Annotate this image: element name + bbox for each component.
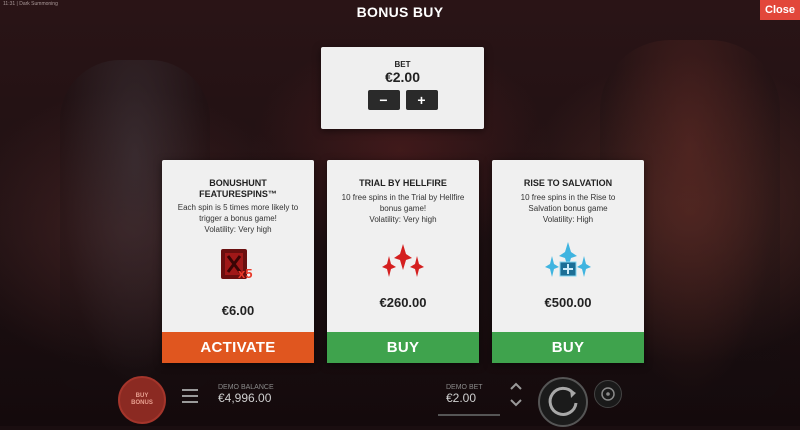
demo-bet-label: DEMO BET xyxy=(446,384,483,391)
buy-bonus-button[interactable]: BUY BONUS xyxy=(118,376,166,424)
demo-bet-value: €2.00 xyxy=(446,391,477,405)
card-desc-line: 10 free spins in the Trial by Hellfire xyxy=(341,193,465,202)
demo-balance-value: €4,996.00 xyxy=(218,391,272,405)
x5-text: x5 xyxy=(238,266,252,281)
red-arrows-icon xyxy=(378,242,428,287)
card-volatility: Volatility: Very high xyxy=(369,215,437,224)
card-title-line2: FEATURESPINS™ xyxy=(199,189,277,199)
activate-button[interactable]: ACTIVATE xyxy=(162,332,314,363)
spin-button[interactable] xyxy=(538,377,588,427)
card-title-line1: TRIAL BY HELLFIRE xyxy=(359,178,447,188)
card-desc-line: Salvation bonus game xyxy=(528,204,608,213)
chevron-up-icon[interactable] xyxy=(509,381,523,395)
card-desc-line: Each spin is 5 times more likely to xyxy=(177,203,299,212)
card-price: €260.00 xyxy=(379,295,427,310)
menu-icon[interactable] xyxy=(182,389,198,403)
chevron-down-icon[interactable] xyxy=(509,398,523,412)
bet-label: BET xyxy=(394,60,411,69)
bet-decrease-button[interactable]: − xyxy=(367,90,400,110)
buy-hellfire-button[interactable]: BUY xyxy=(327,332,479,363)
bonushunt-card: BONUSHUNT FEATURESPINS™ Each spin is 5 t… xyxy=(162,160,314,363)
trial-by-hellfire-card: TRIAL BY HELLFIRE 10 free spins in the T… xyxy=(327,160,479,363)
card-desc-line: trigger a bonus game! xyxy=(199,214,277,223)
bet-increase-button[interactable]: + xyxy=(405,90,438,110)
autoplay-button[interactable] xyxy=(594,380,622,408)
demo-bet: DEMO BET €2.00 xyxy=(446,384,483,405)
card-volatility: Volatility: Very high xyxy=(204,225,272,234)
close-button[interactable]: Close xyxy=(760,0,800,20)
bet-value: €2.00 xyxy=(384,69,421,85)
bet-panel: BET €2.00 − + xyxy=(321,47,484,129)
spin-arrows-icon xyxy=(548,386,578,416)
card-title-line1: BONUSHUNT xyxy=(209,178,267,188)
blue-arrows-icon xyxy=(542,240,594,287)
card-desc-line: bonus game! xyxy=(379,204,427,213)
card-price: €6.00 xyxy=(221,303,255,318)
card-desc-line: 10 free spins in the Rise to xyxy=(520,193,616,202)
buy-bonus-label-line2: BONUS xyxy=(131,400,153,406)
buy-salvation-button[interactable]: BUY xyxy=(492,332,644,363)
card-volatility: Volatility: High xyxy=(542,215,594,224)
buy-bonus-label-line1: BUY xyxy=(135,393,149,399)
card-title-line1: RISE TO SALVATION xyxy=(523,178,613,188)
rise-to-salvation-card: RISE TO SALVATION 10 free spins in the R… xyxy=(492,160,644,363)
card-price: €500.00 xyxy=(544,295,592,310)
demo-balance: DEMO BALANCE €4,996.00 xyxy=(218,384,274,405)
bonushunt-x5-icon: x5 xyxy=(218,246,258,291)
demo-balance-label: DEMO BALANCE xyxy=(218,384,274,391)
page-title: BONUS BUY xyxy=(356,4,444,20)
autoplay-icon xyxy=(601,387,615,401)
